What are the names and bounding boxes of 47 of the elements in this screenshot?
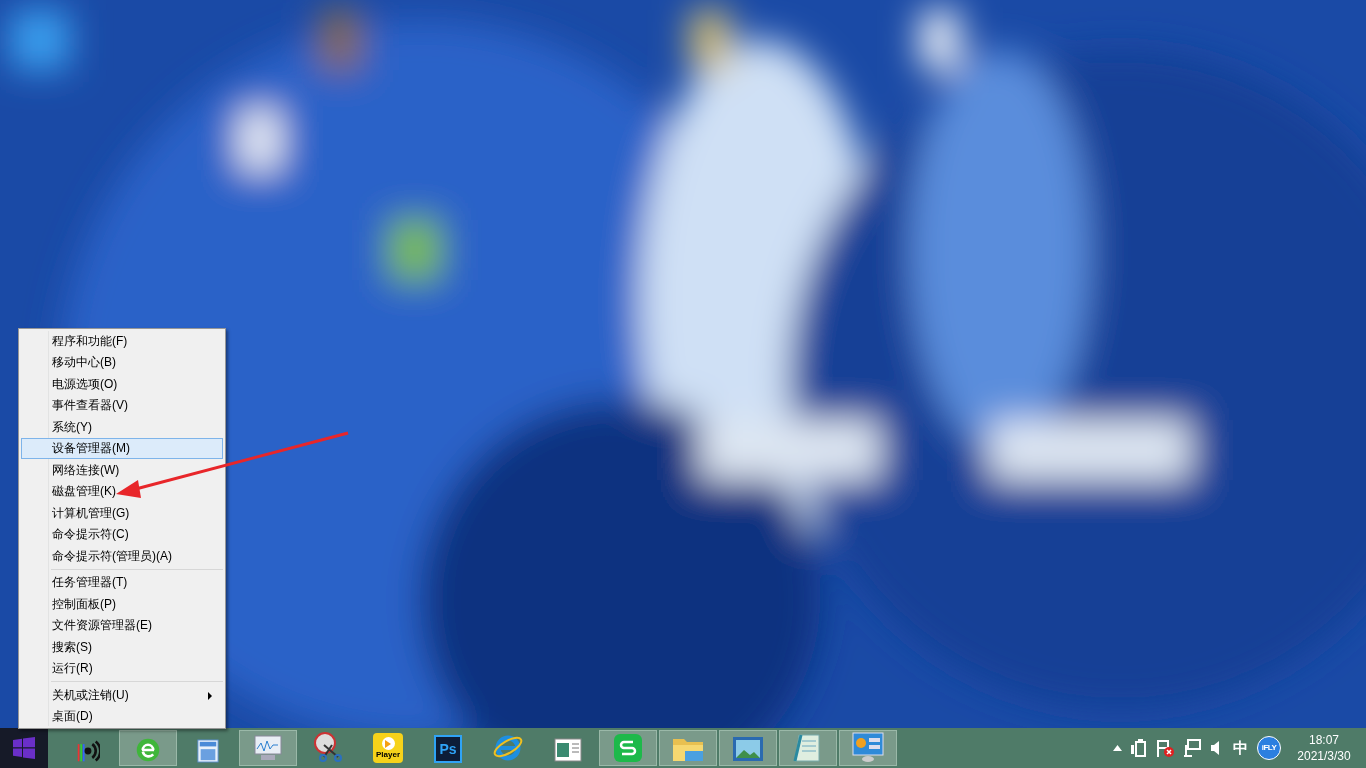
clock[interactable]: 18:07 2021/3/30 bbox=[1290, 732, 1358, 764]
menu-item[interactable]: 磁盘管理(K) bbox=[21, 480, 223, 502]
browser-icon bbox=[135, 737, 161, 763]
menu-item[interactable]: 程序和功能(F) bbox=[21, 330, 223, 352]
menu-item[interactable]: 关机或注销(U) bbox=[21, 684, 223, 706]
taskbar-button[interactable] bbox=[239, 730, 297, 766]
menu-item[interactable]: 命令提示符(管理员)(A) bbox=[21, 545, 223, 567]
taskbar-button[interactable] bbox=[719, 730, 777, 766]
photo-icon bbox=[731, 735, 765, 763]
taskbar-button[interactable] bbox=[779, 730, 837, 766]
menu-item[interactable]: 设备管理器(M) bbox=[21, 437, 223, 459]
windows-logo-icon bbox=[13, 737, 35, 759]
menu-item[interactable]: 计算机管理(G) bbox=[21, 502, 223, 524]
menu-item[interactable]: 移动中心(B) bbox=[21, 351, 223, 373]
window-icon bbox=[554, 737, 582, 763]
menu-item[interactable]: 网络连接(W) bbox=[21, 459, 223, 481]
calculator-icon bbox=[197, 739, 219, 763]
monitor-icon bbox=[251, 733, 285, 763]
menu-item[interactable]: 文件资源管理器(E) bbox=[21, 614, 223, 636]
photoshop-icon: Ps bbox=[434, 735, 462, 763]
start-button[interactable] bbox=[0, 728, 48, 768]
spreadsheet-app-icon bbox=[613, 733, 643, 763]
menu-item[interactable]: 运行(R) bbox=[21, 657, 223, 679]
menu-item[interactable]: 控制面板(P) bbox=[21, 593, 223, 615]
taskbar-button[interactable] bbox=[119, 730, 177, 766]
taskbar-button[interactable]: Ps bbox=[419, 730, 477, 766]
show-hidden-icons-icon[interactable] bbox=[1113, 745, 1122, 751]
menu-item[interactable]: 事件查看器(V) bbox=[21, 394, 223, 416]
battery-icon[interactable] bbox=[1131, 739, 1147, 757]
ifly-icon[interactable]: iFLY bbox=[1257, 736, 1281, 760]
flag-icon[interactable] bbox=[1156, 739, 1174, 757]
control-panel-icon bbox=[851, 731, 885, 763]
taskbar-button[interactable] bbox=[839, 730, 897, 766]
network-icon[interactable] bbox=[1183, 739, 1201, 757]
menu-item[interactable]: 命令提示符(C) bbox=[21, 523, 223, 545]
scissors-icon bbox=[312, 731, 344, 763]
taskbar-button[interactable]: Player bbox=[359, 730, 417, 766]
menu-item[interactable]: 系统(Y) bbox=[21, 416, 223, 438]
menu-item[interactable]: 电源选项(O) bbox=[21, 373, 223, 395]
player-label: Player bbox=[376, 750, 400, 759]
signal-icon bbox=[76, 739, 100, 763]
notepad-icon bbox=[793, 731, 823, 763]
menu-item[interactable]: 搜索(S) bbox=[21, 636, 223, 658]
taskbar-button[interactable] bbox=[599, 730, 657, 766]
input-method-indicator[interactable]: 中 bbox=[1233, 736, 1248, 760]
menu-item[interactable]: 桌面(D) bbox=[21, 705, 223, 727]
menu-item[interactable]: 任务管理器(T) bbox=[21, 571, 223, 593]
